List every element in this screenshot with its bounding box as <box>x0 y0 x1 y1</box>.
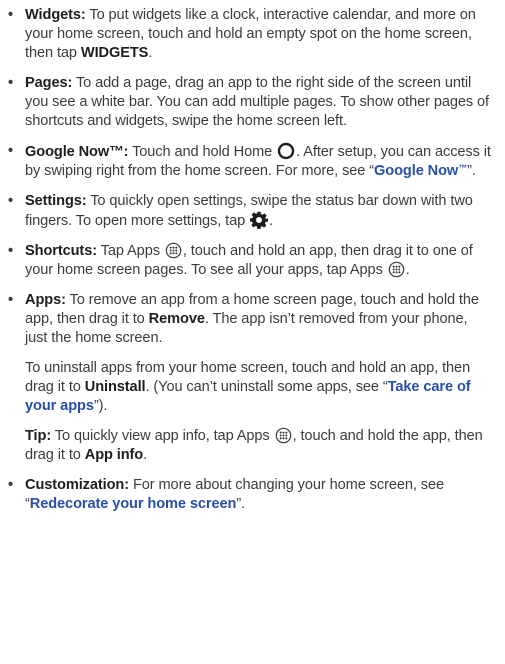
item-label: Apps: <box>25 292 66 308</box>
item-text-end: . <box>148 45 153 61</box>
bullet: • <box>8 143 14 159</box>
item-label: Shortcuts: <box>25 243 97 259</box>
gear-icon <box>250 211 269 229</box>
item-label: Customization: <box>25 477 129 493</box>
item-text: To add a page, drag an app to the right … <box>25 75 490 129</box>
list-item-widgets: • Widgets: To put widgets like a clock, … <box>0 6 491 63</box>
link-text[interactable]: Google Now <box>374 163 458 179</box>
bullet: • <box>8 75 14 91</box>
apps-grid-icon <box>275 427 292 444</box>
remove-term: Remove <box>148 311 205 327</box>
home-circle-icon <box>277 142 295 160</box>
tip-paragraph: Tip: To quickly view app info, tap Apps … <box>0 427 491 465</box>
item-label: Pages: <box>25 75 73 91</box>
list-item-customization: • Customization: For more about changing… <box>0 476 491 514</box>
widgets-term: WIDGETS <box>80 45 149 61</box>
item-label: Google Now™: <box>25 144 129 160</box>
bullet: • <box>8 7 14 23</box>
help-page: • Widgets: To put widgets like a clock, … <box>0 0 505 514</box>
list-item-pages: • Pages: To add a page, drag an app to t… <box>0 74 491 131</box>
item-text: Touch and hold Home <box>128 144 277 160</box>
google-now-link[interactable]: Google Now™ <box>374 163 467 179</box>
item-text: To quickly open settings, swipe the stat… <box>25 193 473 229</box>
trademark[interactable]: ™ <box>458 163 467 173</box>
paragraph-text-end: . <box>143 447 148 463</box>
item-label: Widgets: <box>25 7 86 23</box>
bullet: • <box>8 477 14 493</box>
list-item-google-now: • Google Now™: Touch and hold Home . Aft… <box>0 142 491 181</box>
paragraph-text: To quickly view app info, tap Apps <box>51 428 274 444</box>
paragraph-text-end: ”). <box>93 398 108 414</box>
apps-grid-icon <box>165 242 182 259</box>
list-item-shortcuts: • Shortcuts: Tap Apps , touch and hold a… <box>0 242 491 280</box>
apps-grid-icon <box>388 261 405 278</box>
tip-label: Tip: <box>25 428 52 444</box>
item-text-end: ”. <box>467 163 476 179</box>
redecorate-link[interactable]: Redecorate your home screen <box>30 496 237 512</box>
paragraph-text: . (You can’t uninstall some apps, see “ <box>145 379 388 395</box>
bullet: • <box>8 243 14 259</box>
uninstall-term: Uninstall <box>84 379 146 395</box>
list-item-settings: • Settings: To quickly open settings, sw… <box>0 192 491 231</box>
list-item-apps: • Apps: To remove an app from a home scr… <box>0 291 491 348</box>
item-text-end: ”. <box>236 496 246 512</box>
bullet: • <box>8 292 14 308</box>
item-text-end: . <box>405 262 410 278</box>
item-text-end: . <box>269 213 274 229</box>
item-text: Tap Apps <box>96 243 164 259</box>
app-info-term: App info <box>84 447 144 463</box>
uninstall-paragraph: To uninstall apps from your home screen,… <box>0 359 491 416</box>
bullet: • <box>8 193 14 209</box>
item-label: Settings: <box>25 193 87 209</box>
